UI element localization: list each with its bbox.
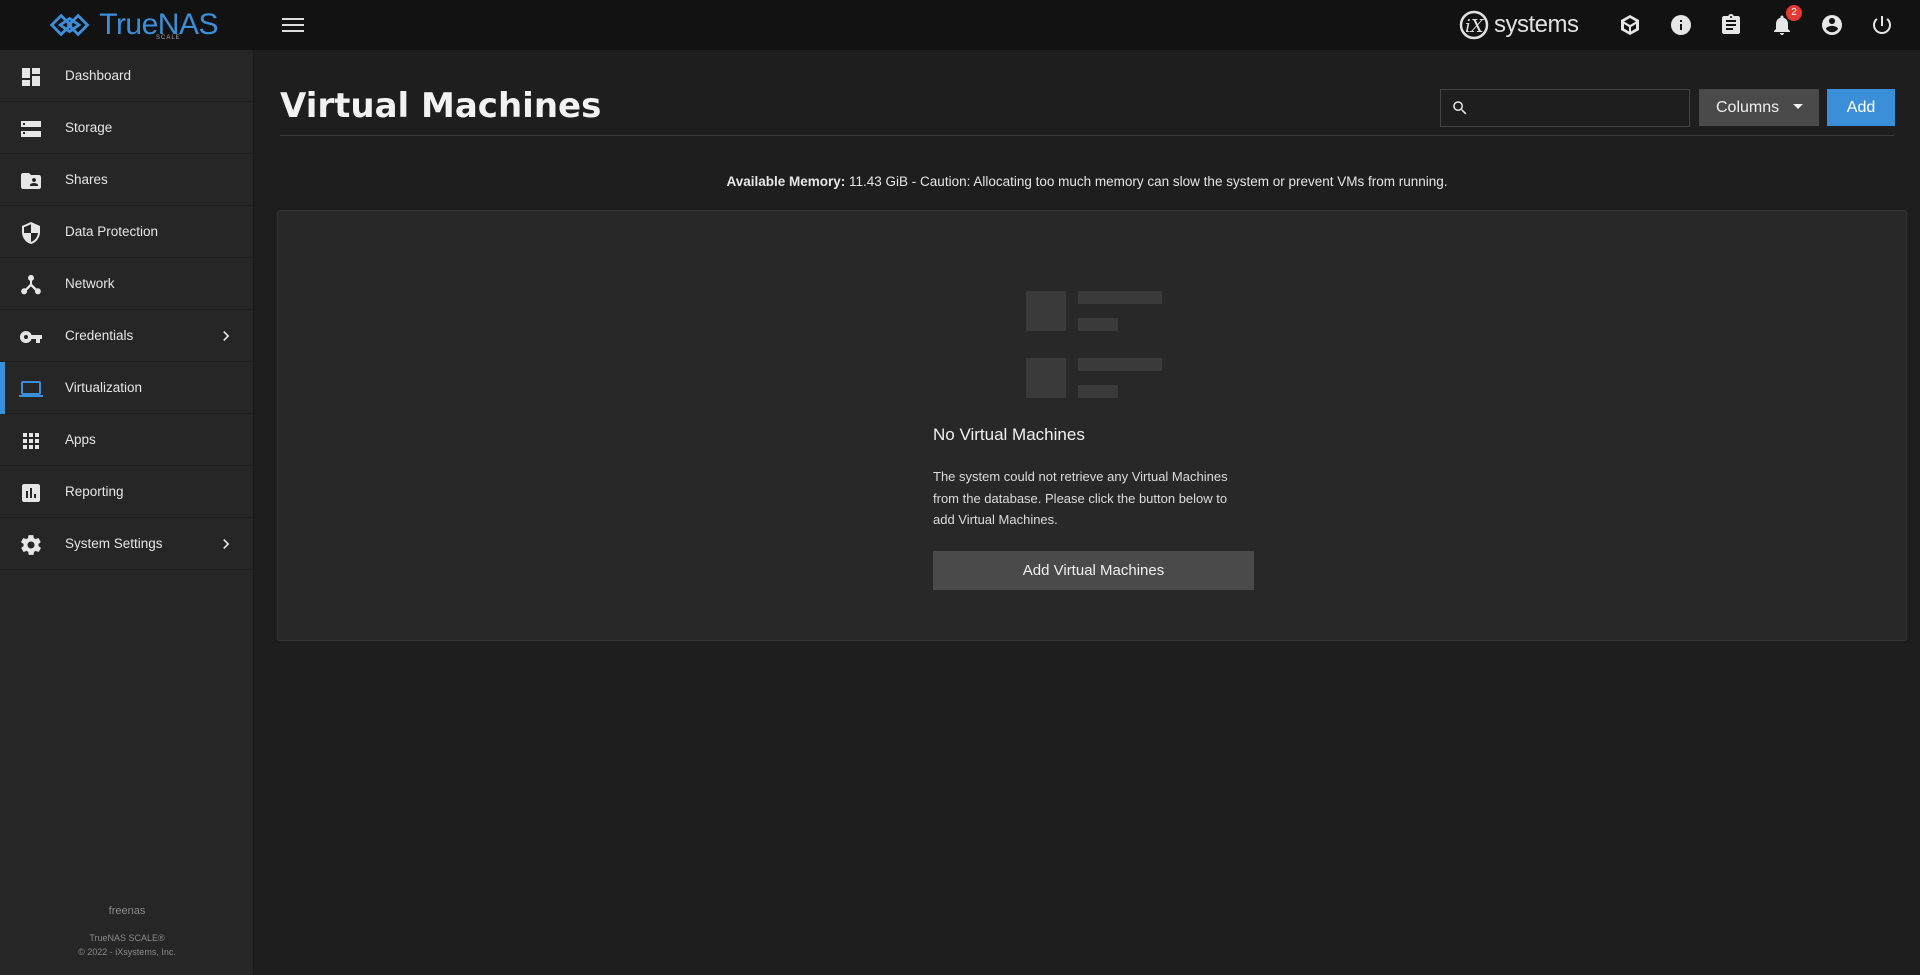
dashboard-icon bbox=[19, 65, 43, 89]
copyright: © 2022 - iXsystems, Inc. bbox=[78, 947, 176, 957]
empty-list-icon bbox=[1026, 291, 1162, 403]
apps-grid-icon bbox=[19, 429, 43, 453]
sidebar-item-label: Storage bbox=[65, 120, 113, 135]
hostname: freenas bbox=[108, 905, 146, 917]
sidebar-item-data-protection[interactable]: Data Protection bbox=[0, 206, 253, 258]
sidebar-item-storage[interactable]: Storage bbox=[0, 102, 253, 154]
laptop-icon bbox=[19, 377, 43, 401]
sidebar-item-label: System Settings bbox=[65, 536, 163, 551]
sidebar-item-label: Credentials bbox=[65, 328, 134, 343]
ix-logo-icon: iX bbox=[1459, 10, 1489, 40]
sidebar-item-label: Reporting bbox=[65, 484, 124, 499]
tasks-clipboard-icon[interactable] bbox=[1719, 13, 1743, 37]
sidebar: Dashboard Storage Shares Data Protection… bbox=[0, 50, 254, 975]
chevron-right-icon bbox=[216, 326, 236, 346]
product-name: TrueNAS SCALE® bbox=[89, 933, 165, 943]
search-icon bbox=[1451, 99, 1469, 117]
brand-edition: SCALE bbox=[156, 35, 181, 41]
memory-text: 11.43 GiB - Caution: Allocating too much… bbox=[845, 174, 1448, 189]
key-icon bbox=[19, 325, 43, 349]
page-title: Virtual Machines bbox=[280, 86, 602, 126]
truecommand-icon[interactable] bbox=[1618, 13, 1642, 37]
sidebar-item-label: Virtualization bbox=[65, 380, 143, 395]
sidebar-item-label: Data Protection bbox=[65, 224, 159, 239]
gear-icon bbox=[19, 533, 43, 557]
shares-folder-icon bbox=[19, 169, 43, 193]
storage-icon bbox=[19, 117, 43, 141]
ixsystems-logo[interactable]: iX systems bbox=[1456, 8, 1579, 42]
available-memory-notice: Available Memory: 11.43 GiB - Caution: A… bbox=[280, 174, 1894, 189]
sidebar-item-label: Apps bbox=[65, 432, 96, 447]
search-input[interactable] bbox=[1469, 91, 1689, 125]
title-divider bbox=[280, 135, 1894, 136]
menu-toggle-icon[interactable] bbox=[282, 14, 304, 36]
memory-label: Available Memory: bbox=[726, 174, 846, 189]
top-bar: TrueNAS SCALE iX systems 2 bbox=[0, 0, 1920, 50]
caret-down-icon bbox=[1793, 104, 1803, 109]
version-info: TrueNAS SCALE® © 2022 - iXsystems, Inc. bbox=[0, 931, 254, 959]
sidebar-item-virtualization[interactable]: Virtualization bbox=[0, 362, 253, 414]
power-icon[interactable] bbox=[1870, 13, 1894, 37]
network-icon bbox=[19, 273, 43, 297]
sidebar-item-credentials[interactable]: Credentials bbox=[0, 310, 253, 362]
sidebar-item-label: Shares bbox=[65, 172, 108, 187]
columns-button-label: Columns bbox=[1716, 98, 1780, 116]
search-box[interactable] bbox=[1440, 89, 1690, 127]
vendor-name: systems bbox=[1494, 11, 1579, 38]
sidebar-item-system-settings[interactable]: System Settings bbox=[0, 518, 253, 570]
reporting-chart-icon bbox=[19, 481, 43, 505]
add-button[interactable]: Add bbox=[1827, 89, 1895, 126]
truenas-logo[interactable]: TrueNAS SCALE bbox=[48, 6, 218, 44]
columns-button[interactable]: Columns bbox=[1699, 89, 1819, 126]
info-icon[interactable] bbox=[1669, 13, 1693, 37]
empty-state-title: No Virtual Machines bbox=[933, 425, 1085, 444]
chevron-right-icon bbox=[216, 534, 236, 554]
sidebar-item-network[interactable]: Network bbox=[0, 258, 253, 310]
account-circle-icon[interactable] bbox=[1820, 13, 1844, 37]
shield-icon bbox=[19, 221, 43, 245]
truenas-logo-icon bbox=[49, 13, 90, 37]
sidebar-item-apps[interactable]: Apps bbox=[0, 414, 253, 466]
sidebar-item-reporting[interactable]: Reporting bbox=[0, 466, 253, 518]
sidebar-item-label: Network bbox=[65, 276, 115, 291]
empty-state-message: The system could not retrieve any Virtua… bbox=[933, 469, 1228, 527]
sidebar-item-dashboard[interactable]: Dashboard bbox=[0, 50, 253, 102]
add-virtual-machines-button[interactable]: Add Virtual Machines bbox=[933, 551, 1254, 590]
empty-state-card: No Virtual Machines The system could not… bbox=[277, 210, 1907, 641]
sidebar-item-label: Dashboard bbox=[65, 68, 132, 83]
sidebar-item-shares[interactable]: Shares bbox=[0, 154, 253, 206]
notification-count-badge: 2 bbox=[1786, 5, 1802, 21]
svg-text:iX: iX bbox=[1465, 16, 1485, 37]
